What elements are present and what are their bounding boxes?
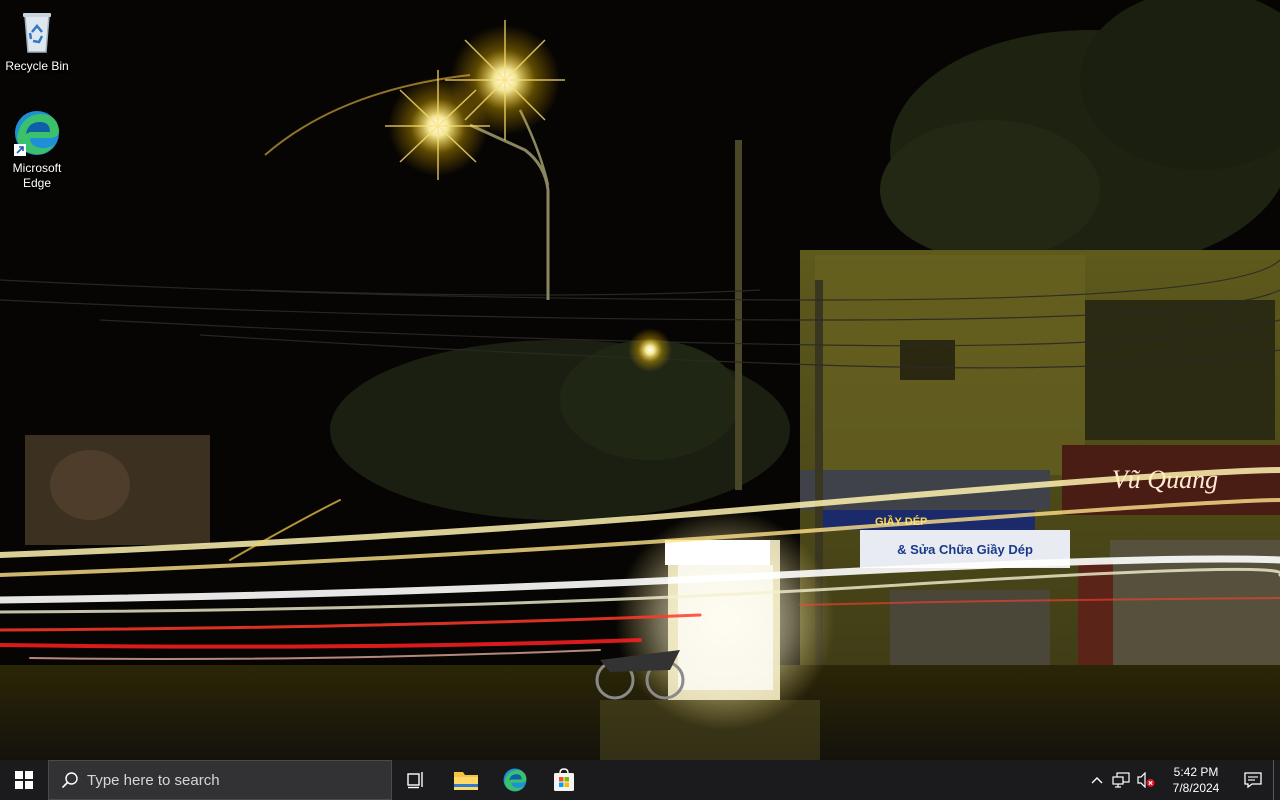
file-explorer-button[interactable] <box>442 760 490 800</box>
windows-logo-icon <box>15 771 33 789</box>
folder-icon <box>454 772 478 790</box>
volume-muted-icon <box>1137 772 1155 788</box>
desktop[interactable]: Vũ Quang & Sửa Chữa Giầy Dép GIẦY DÉP Re… <box>0 0 1280 760</box>
show-desktop-button[interactable] <box>1273 760 1280 800</box>
clock[interactable]: 5:42 PM 7/8/2024 <box>1159 760 1233 800</box>
notification-icon <box>1244 772 1262 788</box>
network-icon <box>1112 772 1130 788</box>
clock-time: 5:42 PM <box>1173 765 1219 779</box>
action-center-button[interactable] <box>1233 760 1273 800</box>
recycle-bin-shortcut[interactable]: Recycle Bin <box>0 6 74 74</box>
system-tray: 5:42 PM 7/8/2024 <box>1085 760 1280 800</box>
search-icon <box>61 771 79 789</box>
shop-sign-sub: & Sửa Chữa Giầy Dép <box>897 542 1033 557</box>
store-icon <box>554 768 574 791</box>
chevron-up-icon <box>1091 777 1103 784</box>
show-hidden-icons-button[interactable] <box>1085 760 1109 800</box>
edge-shortcut[interactable]: Microsoft Edge <box>0 108 74 191</box>
edge-icon <box>14 111 59 156</box>
taskbar: Type here to search 5:42 PM 7/8/2024 <box>0 760 1280 800</box>
task-view-icon <box>407 772 423 789</box>
edge-icon <box>503 768 527 792</box>
network-button[interactable] <box>1109 760 1133 800</box>
edge-label: Microsoft Edge <box>12 161 62 190</box>
night-street-wallpaper: Vũ Quang & Sửa Chữa Giầy Dép GIẦY DÉP <box>0 0 1280 760</box>
volume-button[interactable] <box>1133 760 1159 800</box>
edge-taskbar-button[interactable] <box>491 760 539 800</box>
clock-date: 7/8/2024 <box>1172 781 1220 795</box>
start-button[interactable] <box>0 760 48 800</box>
task-view-button[interactable] <box>392 760 440 800</box>
billboard-left <box>25 435 210 545</box>
store-taskbar-button[interactable] <box>540 760 588 800</box>
recycle-bin-label: Recycle Bin <box>5 59 69 73</box>
recycle-bin-icon <box>23 13 51 53</box>
search-placeholder: Type here to search <box>87 771 220 789</box>
search-box[interactable]: Type here to search <box>48 760 392 800</box>
tree-center <box>330 340 790 520</box>
